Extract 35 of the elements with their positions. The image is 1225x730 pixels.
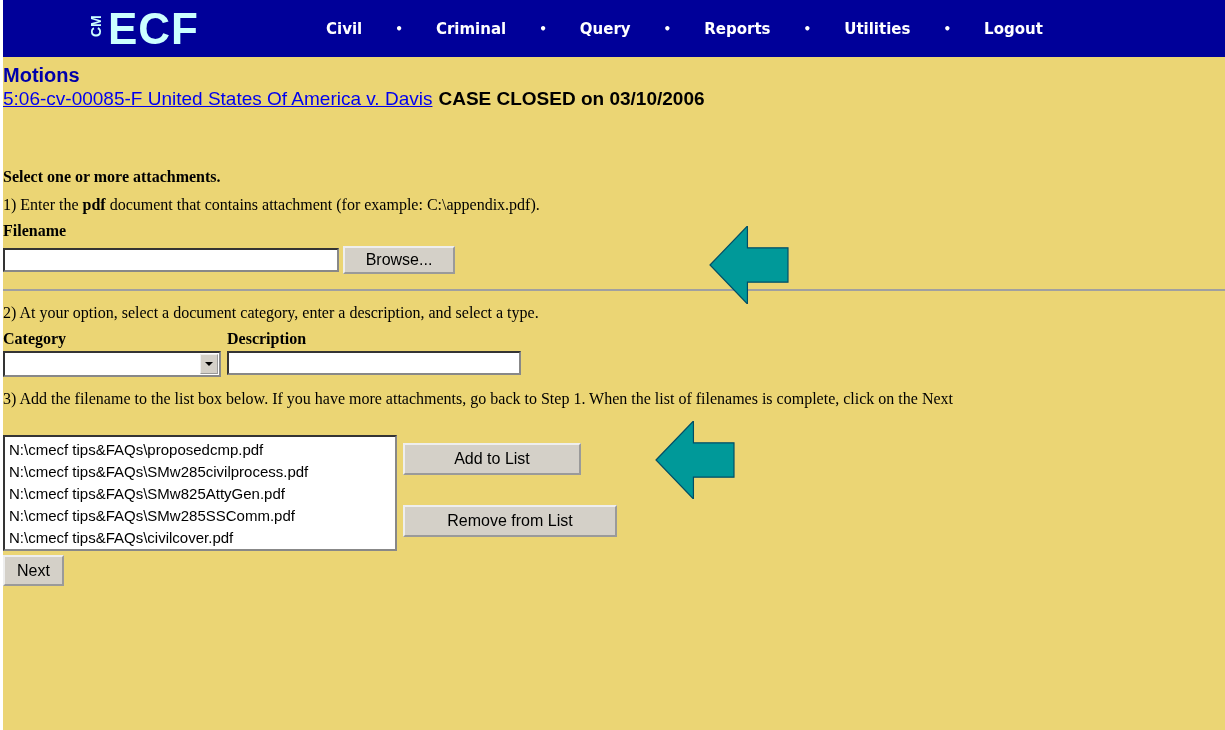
menu-separator: • bbox=[395, 21, 403, 36]
description-field[interactable] bbox=[227, 351, 521, 375]
page-title: Motions bbox=[3, 63, 81, 87]
field-label: Category bbox=[3, 329, 68, 350]
list-item[interactable]: N:\cmecf tips&FAQs\SMw285SSComm.pdf bbox=[9, 505, 391, 527]
menu-item[interactable]: Logout bbox=[984, 19, 1043, 38]
menu-item[interactable]: Criminal bbox=[435, 19, 507, 38]
menu-separator: • bbox=[539, 21, 547, 36]
instruction-text: 3) Add the filename to the list box below. If you have more attachments, go back to Step 1. When the list of filenames is complete, click on the Next bbox=[3, 389, 954, 410]
menu-separator: • bbox=[943, 21, 952, 36]
list-item[interactable]: N:\cmecf tips&FAQs\proposedcmp.pdf bbox=[9, 439, 391, 461]
case-link[interactable]: 5:06-cv-00085-F United States Of America v. Davis bbox=[3, 87, 433, 111]
menu-item[interactable]: Civil bbox=[326, 19, 363, 38]
list-item[interactable]: N:\cmecf tips&FAQs\SMw825AttyGen.pdf bbox=[9, 483, 391, 505]
next-button[interactable]: Next bbox=[3, 555, 64, 586]
filename-field[interactable] bbox=[3, 248, 339, 272]
menu-item[interactable]: Reports bbox=[704, 19, 771, 38]
section-heading: Select one or more attachments. bbox=[3, 167, 222, 187]
menu-item[interactable]: Utilities bbox=[844, 19, 911, 38]
logo-text: ECF bbox=[108, 5, 199, 52]
list-item[interactable]: N:\cmecf tips&FAQs\civilcover.pdf bbox=[9, 527, 391, 549]
field-label: Description bbox=[227, 329, 308, 350]
remove-from-list-button[interactable]: Remove from List bbox=[403, 505, 617, 537]
attachment-list-box[interactable]: N:\cmecf tips&FAQs\proposedcmp.pdf N:\cmecf tips&FAQs\SMw285civilprocess.pdf N:\cmecf tips&FAQs\SMw825AttyGen.pdf N:\cmecf tips&FAQs\SMw285SSComm.pdf N:\cmecf tips&FAQs\civilcover.pdf bbox=[3, 435, 397, 551]
menu-separator: • bbox=[803, 21, 812, 36]
instruction-text: 2) At your option, select a document category, enter a description, and select a type. bbox=[3, 303, 540, 324]
browse-button[interactable]: Browse... bbox=[343, 246, 455, 274]
list-item[interactable]: N:\cmecf tips&FAQs\SMw285civilprocess.pdf bbox=[9, 461, 391, 483]
category-dropdown[interactable] bbox=[3, 351, 221, 377]
menu-item[interactable]: Query bbox=[579, 19, 631, 38]
field-label: Filename bbox=[3, 221, 68, 241]
case-status: CASE CLOSED on 03/10/2006 bbox=[438, 87, 705, 111]
instruction-text: 1) Enter the pdf document that contains attachment (for example: C:\appendix.pdf). bbox=[3, 195, 541, 216]
add-to-list-button[interactable]: Add to List bbox=[403, 443, 581, 475]
menu-separator: • bbox=[663, 21, 672, 36]
